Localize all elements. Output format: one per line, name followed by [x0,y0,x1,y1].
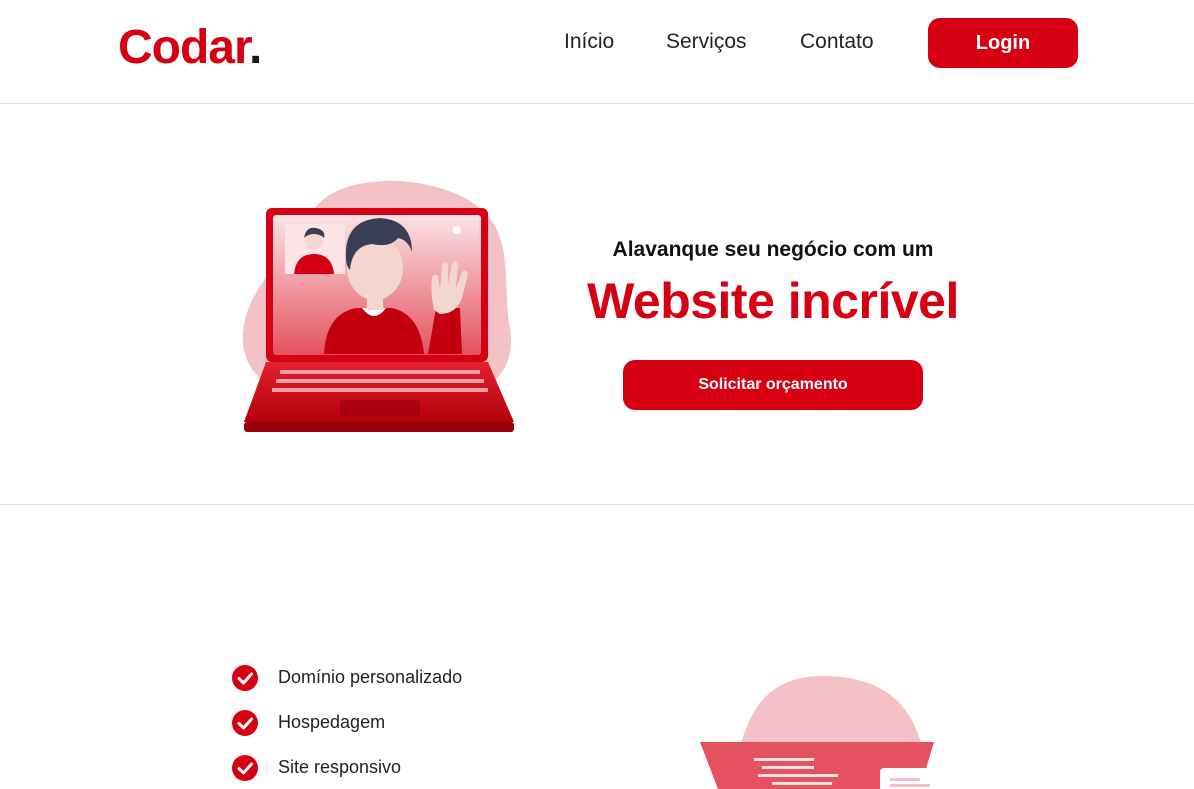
check-circle-icon [232,664,258,691]
hero-tagline: Alavanque seu negócio com um [612,238,934,261]
features-list: Domínio personalizado Hospedagem Site re… [232,655,462,789]
feature-item: Hospedagem [232,700,462,745]
feature-item: Site responsivo [232,745,462,789]
code-window-illustration [700,675,958,789]
login-button[interactable]: Login [928,18,1078,68]
hero-section: Alavanque seu negócio com um Website inc… [0,104,1194,505]
logo-text: Codar [118,21,250,74]
check-circle-icon [232,754,258,781]
feature-label: Domínio personalizado [278,667,463,687]
hero-headline: Website incrível [587,273,959,329]
site-logo[interactable]: Codar. [118,20,262,75]
logo-dot: . [249,21,262,74]
feature-label: Hospedagem [278,712,386,732]
video-call-laptop-illustration [242,180,514,432]
site-header: Codar. Início Serviços Contato Login [0,0,1194,104]
nav-link-servicos[interactable]: Serviços [666,30,747,54]
nav-link-inicio[interactable]: Início [564,30,614,54]
check-circle-icon [232,709,258,736]
request-quote-button[interactable]: Solicitar orçamento [623,360,923,410]
nav-link-contato[interactable]: Contato [800,30,874,54]
feature-label: Site responsivo [278,757,402,777]
feature-item: Domínio personalizado [232,655,462,700]
